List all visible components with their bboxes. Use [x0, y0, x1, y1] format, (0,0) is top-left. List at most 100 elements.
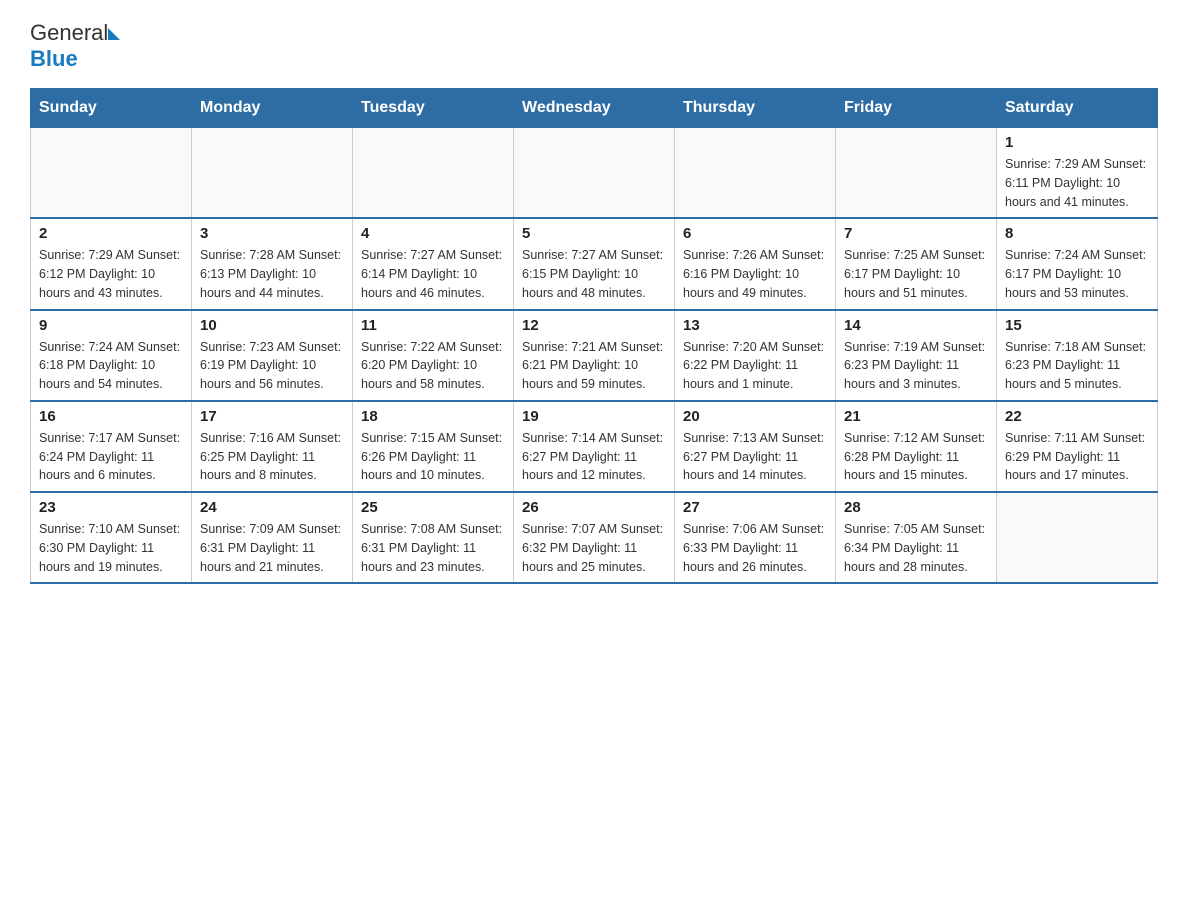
calendar-day-cell: 9 Sunrise: 7:24 AM Sunset: 6:18 PM Daylig… [31, 310, 192, 401]
day-number: 14 [844, 317, 988, 334]
calendar-header-row: SundayMondayTuesdayWednesdayThursdayFrid… [31, 89, 1158, 128]
calendar-day-cell: 10 Sunrise: 7:23 AM Sunset: 6:19 PM Dayli… [192, 310, 353, 401]
calendar-day-cell: 8 Sunrise: 7:24 AM Sunset: 6:17 PM Daylig… [997, 218, 1158, 309]
day-number: 12 [522, 317, 666, 334]
day-number: 17 [200, 408, 344, 425]
day-info: Sunrise: 7:29 AM Sunset: 6:11 PM Dayligh… [1005, 155, 1149, 211]
calendar-day-cell [836, 128, 997, 219]
day-info: Sunrise: 7:14 AM Sunset: 6:27 PM Dayligh… [522, 429, 666, 485]
day-info: Sunrise: 7:12 AM Sunset: 6:28 PM Dayligh… [844, 429, 988, 485]
day-info: Sunrise: 7:06 AM Sunset: 6:33 PM Dayligh… [683, 520, 827, 576]
calendar-day-cell: 18Sunrise: 7:15 AM Sunset: 6:26 PM Dayli… [353, 401, 514, 492]
day-info: Sunrise: 7:20 AM Sunset: 6:22 PM Dayligh… [683, 338, 827, 394]
day-number: 8 [1005, 225, 1149, 242]
calendar-day-cell: 27 Sunrise: 7:06 AM Sunset: 6:33 PM Dayli… [675, 492, 836, 583]
day-number: 28 [844, 499, 988, 516]
day-number: 27 [683, 499, 827, 516]
calendar-day-cell: 22 Sunrise: 7:11 AM Sunset: 6:29 PM Dayli… [997, 401, 1158, 492]
day-info: Sunrise: 7:07 AM Sunset: 6:32 PM Dayligh… [522, 520, 666, 576]
day-of-week-header: Saturday [997, 89, 1158, 128]
day-of-week-header: Tuesday [353, 89, 514, 128]
logo: General Blue [30, 20, 120, 72]
day-number: 18 [361, 408, 505, 425]
day-number: 5 [522, 225, 666, 242]
page-header: General Blue [30, 20, 1158, 72]
day-info: Sunrise: 7:24 AM Sunset: 6:17 PM Dayligh… [1005, 246, 1149, 302]
day-info: Sunrise: 7:11 AM Sunset: 6:29 PM Dayligh… [1005, 429, 1149, 485]
day-number: 22 [1005, 408, 1149, 425]
calendar-day-cell: 11 Sunrise: 7:22 AM Sunset: 6:20 PM Dayli… [353, 310, 514, 401]
day-number: 15 [1005, 317, 1149, 334]
day-info: Sunrise: 7:17 AM Sunset: 6:24 PM Dayligh… [39, 429, 183, 485]
day-number: 1 [1005, 134, 1149, 151]
day-number: 3 [200, 225, 344, 242]
day-info: Sunrise: 7:08 AM Sunset: 6:31 PM Dayligh… [361, 520, 505, 576]
calendar-day-cell: 1 Sunrise: 7:29 AM Sunset: 6:11 PM Daylig… [997, 128, 1158, 219]
day-number: 21 [844, 408, 988, 425]
calendar-day-cell: 26 Sunrise: 7:07 AM Sunset: 6:32 PM Dayli… [514, 492, 675, 583]
day-of-week-header: Wednesday [514, 89, 675, 128]
calendar-day-cell: 12 Sunrise: 7:21 AM Sunset: 6:21 PM Dayli… [514, 310, 675, 401]
day-number: 4 [361, 225, 505, 242]
calendar-day-cell [192, 128, 353, 219]
calendar-week-row: 2Sunrise: 7:29 AM Sunset: 6:12 PM Daylig… [31, 218, 1158, 309]
day-info: Sunrise: 7:13 AM Sunset: 6:27 PM Dayligh… [683, 429, 827, 485]
calendar-day-cell: 6 Sunrise: 7:26 AM Sunset: 6:16 PM Daylig… [675, 218, 836, 309]
calendar-day-cell: 24 Sunrise: 7:09 AM Sunset: 6:31 PM Dayli… [192, 492, 353, 583]
day-info: Sunrise: 7:09 AM Sunset: 6:31 PM Dayligh… [200, 520, 344, 576]
day-number: 6 [683, 225, 827, 242]
day-of-week-header: Friday [836, 89, 997, 128]
calendar-table: SundayMondayTuesdayWednesdayThursdayFrid… [30, 88, 1158, 584]
day-number: 24 [200, 499, 344, 516]
day-info: Sunrise: 7:23 AM Sunset: 6:19 PM Dayligh… [200, 338, 344, 394]
day-info: Sunrise: 7:19 AM Sunset: 6:23 PM Dayligh… [844, 338, 988, 394]
day-number: 19 [522, 408, 666, 425]
calendar-day-cell: 3Sunrise: 7:28 AM Sunset: 6:13 PM Daylig… [192, 218, 353, 309]
day-number: 9 [39, 317, 183, 334]
calendar-week-row: 1 Sunrise: 7:29 AM Sunset: 6:11 PM Daylig… [31, 128, 1158, 219]
calendar-day-cell [514, 128, 675, 219]
day-number: 11 [361, 317, 505, 334]
day-number: 25 [361, 499, 505, 516]
calendar-week-row: 9 Sunrise: 7:24 AM Sunset: 6:18 PM Daylig… [31, 310, 1158, 401]
calendar-day-cell: 21 Sunrise: 7:12 AM Sunset: 6:28 PM Dayli… [836, 401, 997, 492]
day-info: Sunrise: 7:26 AM Sunset: 6:16 PM Dayligh… [683, 246, 827, 302]
day-of-week-header: Monday [192, 89, 353, 128]
day-number: 13 [683, 317, 827, 334]
calendar-day-cell [31, 128, 192, 219]
day-number: 7 [844, 225, 988, 242]
calendar-day-cell: 15Sunrise: 7:18 AM Sunset: 6:23 PM Dayli… [997, 310, 1158, 401]
day-number: 20 [683, 408, 827, 425]
day-info: Sunrise: 7:22 AM Sunset: 6:20 PM Dayligh… [361, 338, 505, 394]
calendar-day-cell: 19 Sunrise: 7:14 AM Sunset: 6:27 PM Dayli… [514, 401, 675, 492]
day-info: Sunrise: 7:21 AM Sunset: 6:21 PM Dayligh… [522, 338, 666, 394]
calendar-week-row: 23 Sunrise: 7:10 AM Sunset: 6:30 PM Dayli… [31, 492, 1158, 583]
day-of-week-header: Sunday [31, 89, 192, 128]
day-number: 26 [522, 499, 666, 516]
calendar-week-row: 16 Sunrise: 7:17 AM Sunset: 6:24 PM Dayli… [31, 401, 1158, 492]
day-info: Sunrise: 7:27 AM Sunset: 6:15 PM Dayligh… [522, 246, 666, 302]
calendar-day-cell: 25 Sunrise: 7:08 AM Sunset: 6:31 PM Dayli… [353, 492, 514, 583]
calendar-day-cell: 14 Sunrise: 7:19 AM Sunset: 6:23 PM Dayli… [836, 310, 997, 401]
logo-triangle-icon [108, 28, 120, 40]
day-of-week-header: Thursday [675, 89, 836, 128]
calendar-day-cell: 7Sunrise: 7:25 AM Sunset: 6:17 PM Daylig… [836, 218, 997, 309]
day-number: 16 [39, 408, 183, 425]
calendar-day-cell [997, 492, 1158, 583]
calendar-day-cell: 16 Sunrise: 7:17 AM Sunset: 6:24 PM Dayli… [31, 401, 192, 492]
logo-general: General [30, 20, 108, 46]
calendar-day-cell [675, 128, 836, 219]
day-info: Sunrise: 7:10 AM Sunset: 6:30 PM Dayligh… [39, 520, 183, 576]
calendar-day-cell: 28Sunrise: 7:05 AM Sunset: 6:34 PM Dayli… [836, 492, 997, 583]
day-info: Sunrise: 7:24 AM Sunset: 6:18 PM Dayligh… [39, 338, 183, 394]
day-number: 23 [39, 499, 183, 516]
day-number: 2 [39, 225, 183, 242]
calendar-day-cell: 20 Sunrise: 7:13 AM Sunset: 6:27 PM Dayli… [675, 401, 836, 492]
calendar-day-cell: 13 Sunrise: 7:20 AM Sunset: 6:22 PM Dayli… [675, 310, 836, 401]
calendar-day-cell: 2Sunrise: 7:29 AM Sunset: 6:12 PM Daylig… [31, 218, 192, 309]
calendar-day-cell: 5 Sunrise: 7:27 AM Sunset: 6:15 PM Daylig… [514, 218, 675, 309]
logo-blue: Blue [30, 46, 78, 72]
day-number: 10 [200, 317, 344, 334]
calendar-day-cell: 17Sunrise: 7:16 AM Sunset: 6:25 PM Dayli… [192, 401, 353, 492]
calendar-day-cell: 23 Sunrise: 7:10 AM Sunset: 6:30 PM Dayli… [31, 492, 192, 583]
